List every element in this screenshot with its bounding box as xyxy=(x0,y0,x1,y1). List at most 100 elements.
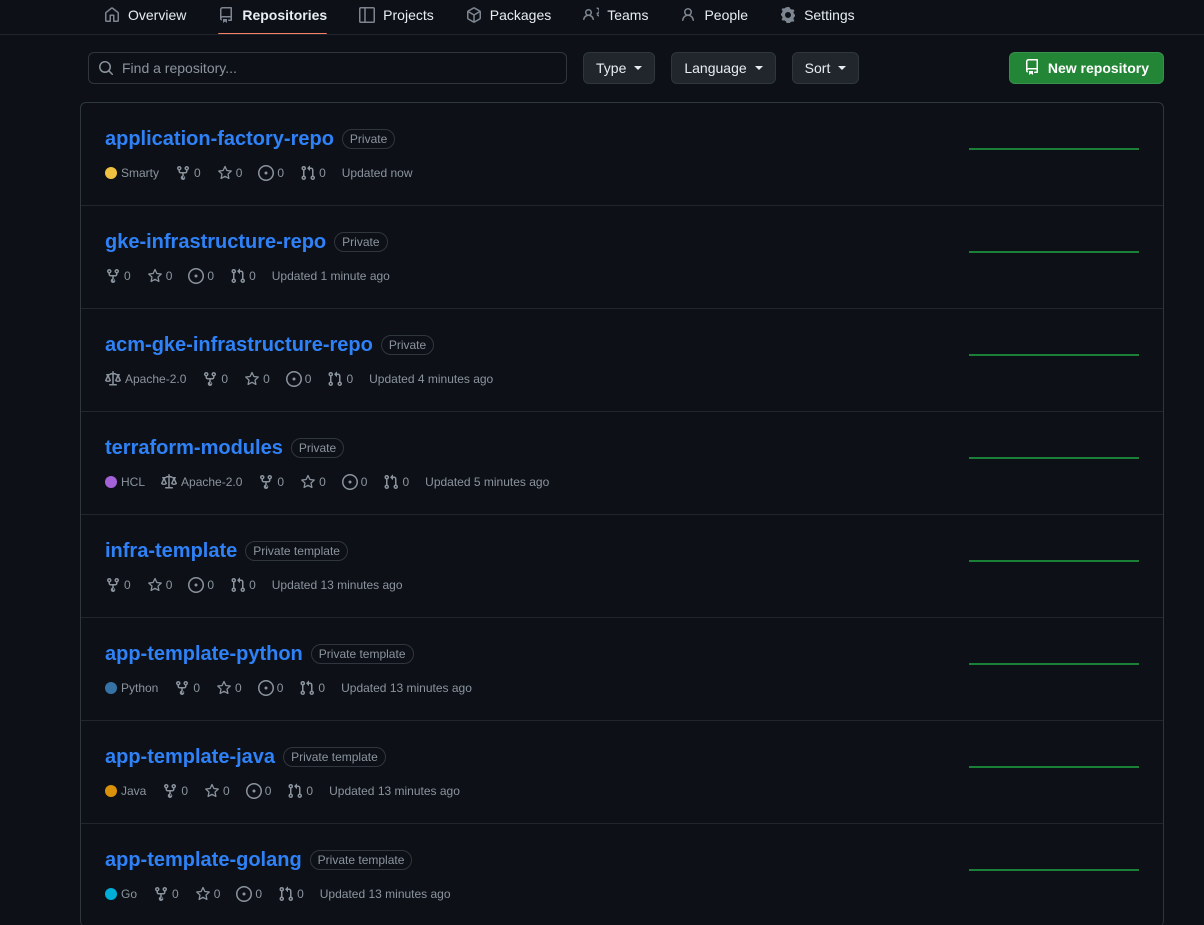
nav-tab-label: Packages xyxy=(489,7,552,23)
new-repository-button[interactable]: New repository xyxy=(1008,52,1164,84)
fork-icon xyxy=(174,680,190,696)
repo-star-count[interactable]: 0 xyxy=(147,268,173,284)
count-value: 0 xyxy=(263,372,270,386)
repo-pull-count[interactable]: 0 xyxy=(287,783,313,799)
repository-language: HCL xyxy=(105,475,145,489)
project-icon xyxy=(359,7,376,23)
repo-issue-count[interactable]: 0 xyxy=(258,165,284,181)
repository-title-row: application-factory-repo Private xyxy=(105,127,953,151)
language-label: Smarty xyxy=(121,166,160,180)
package-icon xyxy=(466,7,482,23)
visibility-badge: Private template xyxy=(245,541,348,561)
repo-star-count[interactable]: 0 xyxy=(217,165,243,181)
repository-title-row: terraform-modules Private xyxy=(105,436,953,460)
repo-fork-count[interactable]: 0 xyxy=(105,577,131,593)
repo-fork-count[interactable]: 0 xyxy=(202,371,228,387)
repo-pull-count[interactable]: 0 xyxy=(230,577,256,593)
repo-star-count[interactable]: 0 xyxy=(147,577,172,593)
nav-tab-people[interactable]: People xyxy=(664,0,764,30)
repository-name-link[interactable]: terraform-modules xyxy=(105,436,283,460)
language-label: HCL xyxy=(121,475,146,489)
repository-meta: Java 0 0 0 0 Updated 13 minutes ago xyxy=(105,783,953,799)
repo-icon xyxy=(218,7,234,23)
nav-tab-overview[interactable]: Overview xyxy=(88,0,202,30)
new-repository-label: New repository xyxy=(1047,60,1149,76)
repo-star-count[interactable]: 0 xyxy=(244,371,270,387)
search-input[interactable] xyxy=(88,52,567,84)
repo-fork-count[interactable]: 0 xyxy=(153,886,179,902)
issue-icon xyxy=(257,680,274,696)
repository-name-link[interactable]: app-template-golang xyxy=(105,848,302,872)
nav-tab-label: Repositories xyxy=(242,7,328,23)
count-value: 0 xyxy=(213,887,221,901)
count-value: 0 xyxy=(319,475,326,489)
repo-fork-count[interactable]: 0 xyxy=(105,268,131,284)
repository-name-link[interactable]: acm-gke-infrastructure-repo xyxy=(105,333,373,357)
people-icon xyxy=(583,7,600,23)
sort-filter-button[interactable]: Sort xyxy=(791,52,860,84)
count-value: 0 xyxy=(255,887,263,901)
issue-icon xyxy=(188,577,205,593)
repo-star-count[interactable]: 0 xyxy=(300,474,326,490)
repo-fork-count[interactable]: 0 xyxy=(162,783,188,799)
type-filter-button[interactable]: Type xyxy=(583,52,656,84)
repo-issue-count[interactable]: 0 xyxy=(341,474,367,490)
repo-icon xyxy=(1024,58,1040,78)
repo-star-count[interactable]: 0 xyxy=(216,680,242,696)
count-value: 0 xyxy=(318,681,326,695)
repo-fork-count[interactable]: 0 xyxy=(174,680,200,696)
repository-meta: Apache-2.0 0 0 0 0 Updated 4 minutes ago xyxy=(105,371,953,387)
repo-star-count[interactable]: 0 xyxy=(204,783,230,799)
count-value: 0 xyxy=(235,166,243,180)
repository-info: gke-infrastructure-repo Private 0 0 0 0 Update… xyxy=(105,230,953,284)
repository-info: app-template-golang Private template Go 0 0 0… xyxy=(105,848,953,902)
repo-pull-count[interactable]: 0 xyxy=(299,680,325,696)
repository-row: gke-infrastructure-repo Private 0 0 0 0 Update… xyxy=(81,206,1163,309)
repository-license: Apache-2.0 xyxy=(161,474,242,490)
nav-tab-settings[interactable]: Settings xyxy=(764,0,871,30)
count-value: 0 xyxy=(124,269,131,283)
repo-pull-count[interactable]: 0 xyxy=(230,268,256,284)
repository-language: Java xyxy=(105,784,146,798)
nav-tab-repositories[interactable]: Repositories xyxy=(202,0,343,35)
repo-issue-count[interactable]: 0 xyxy=(257,680,283,696)
repository-name-link[interactable]: app-template-python xyxy=(105,642,303,666)
repository-info: application-factory-repo Private Smarty 0 0 0… xyxy=(105,127,953,181)
repository-info: infra-template Private template 0 0 0 0 Update… xyxy=(105,539,953,593)
language-filter-button[interactable]: Language xyxy=(671,52,776,84)
repo-fork-count[interactable]: 0 xyxy=(258,474,284,490)
visibility-badge: Private xyxy=(334,232,388,252)
nav-tab-packages[interactable]: Packages xyxy=(450,0,567,30)
repo-pull-count[interactable]: 0 xyxy=(278,886,304,902)
repository-updated-time: Updated 1 minute ago xyxy=(271,269,390,283)
repository-name-link[interactable]: app-template-java xyxy=(105,745,275,769)
repo-issue-count[interactable]: 0 xyxy=(245,783,271,799)
star-icon xyxy=(217,165,233,181)
repo-issue-count[interactable]: 0 xyxy=(188,577,214,593)
repo-pull-count[interactable]: 0 xyxy=(327,371,353,387)
star-icon xyxy=(195,886,211,902)
repository-name-link[interactable]: infra-template xyxy=(105,539,237,563)
repo-issue-count[interactable]: 0 xyxy=(188,268,214,284)
repo-pull-count[interactable]: 0 xyxy=(383,474,409,490)
repo-pull-count[interactable]: 0 xyxy=(300,165,326,181)
visibility-badge: Private template xyxy=(310,644,414,664)
repository-language: Go xyxy=(105,887,137,901)
star-icon xyxy=(244,371,260,387)
fork-icon xyxy=(175,165,191,181)
activity-sparkline xyxy=(969,446,1139,470)
nav-tab-teams[interactable]: Teams xyxy=(567,0,664,30)
repo-issue-count[interactable]: 0 xyxy=(285,371,311,387)
repository-name-link[interactable]: application-factory-repo xyxy=(105,127,334,151)
repository-title-row: gke-infrastructure-repo Private xyxy=(105,230,953,254)
repo-star-count[interactable]: 0 xyxy=(195,886,221,902)
nav-tab-label: Overview xyxy=(128,7,187,23)
nav-tab-projects[interactable]: Projects xyxy=(343,0,450,30)
count-value: 0 xyxy=(165,269,173,283)
activity-sparkline xyxy=(969,240,1139,264)
repository-name-link[interactable]: gke-infrastructure-repo xyxy=(105,230,326,254)
repository-meta: Go 0 0 0 0 Updated 13 minutes ago xyxy=(105,886,953,902)
repository-updated-time: Updated 4 minutes ago xyxy=(369,372,494,386)
repo-issue-count[interactable]: 0 xyxy=(236,886,262,902)
repo-fork-count[interactable]: 0 xyxy=(175,165,201,181)
